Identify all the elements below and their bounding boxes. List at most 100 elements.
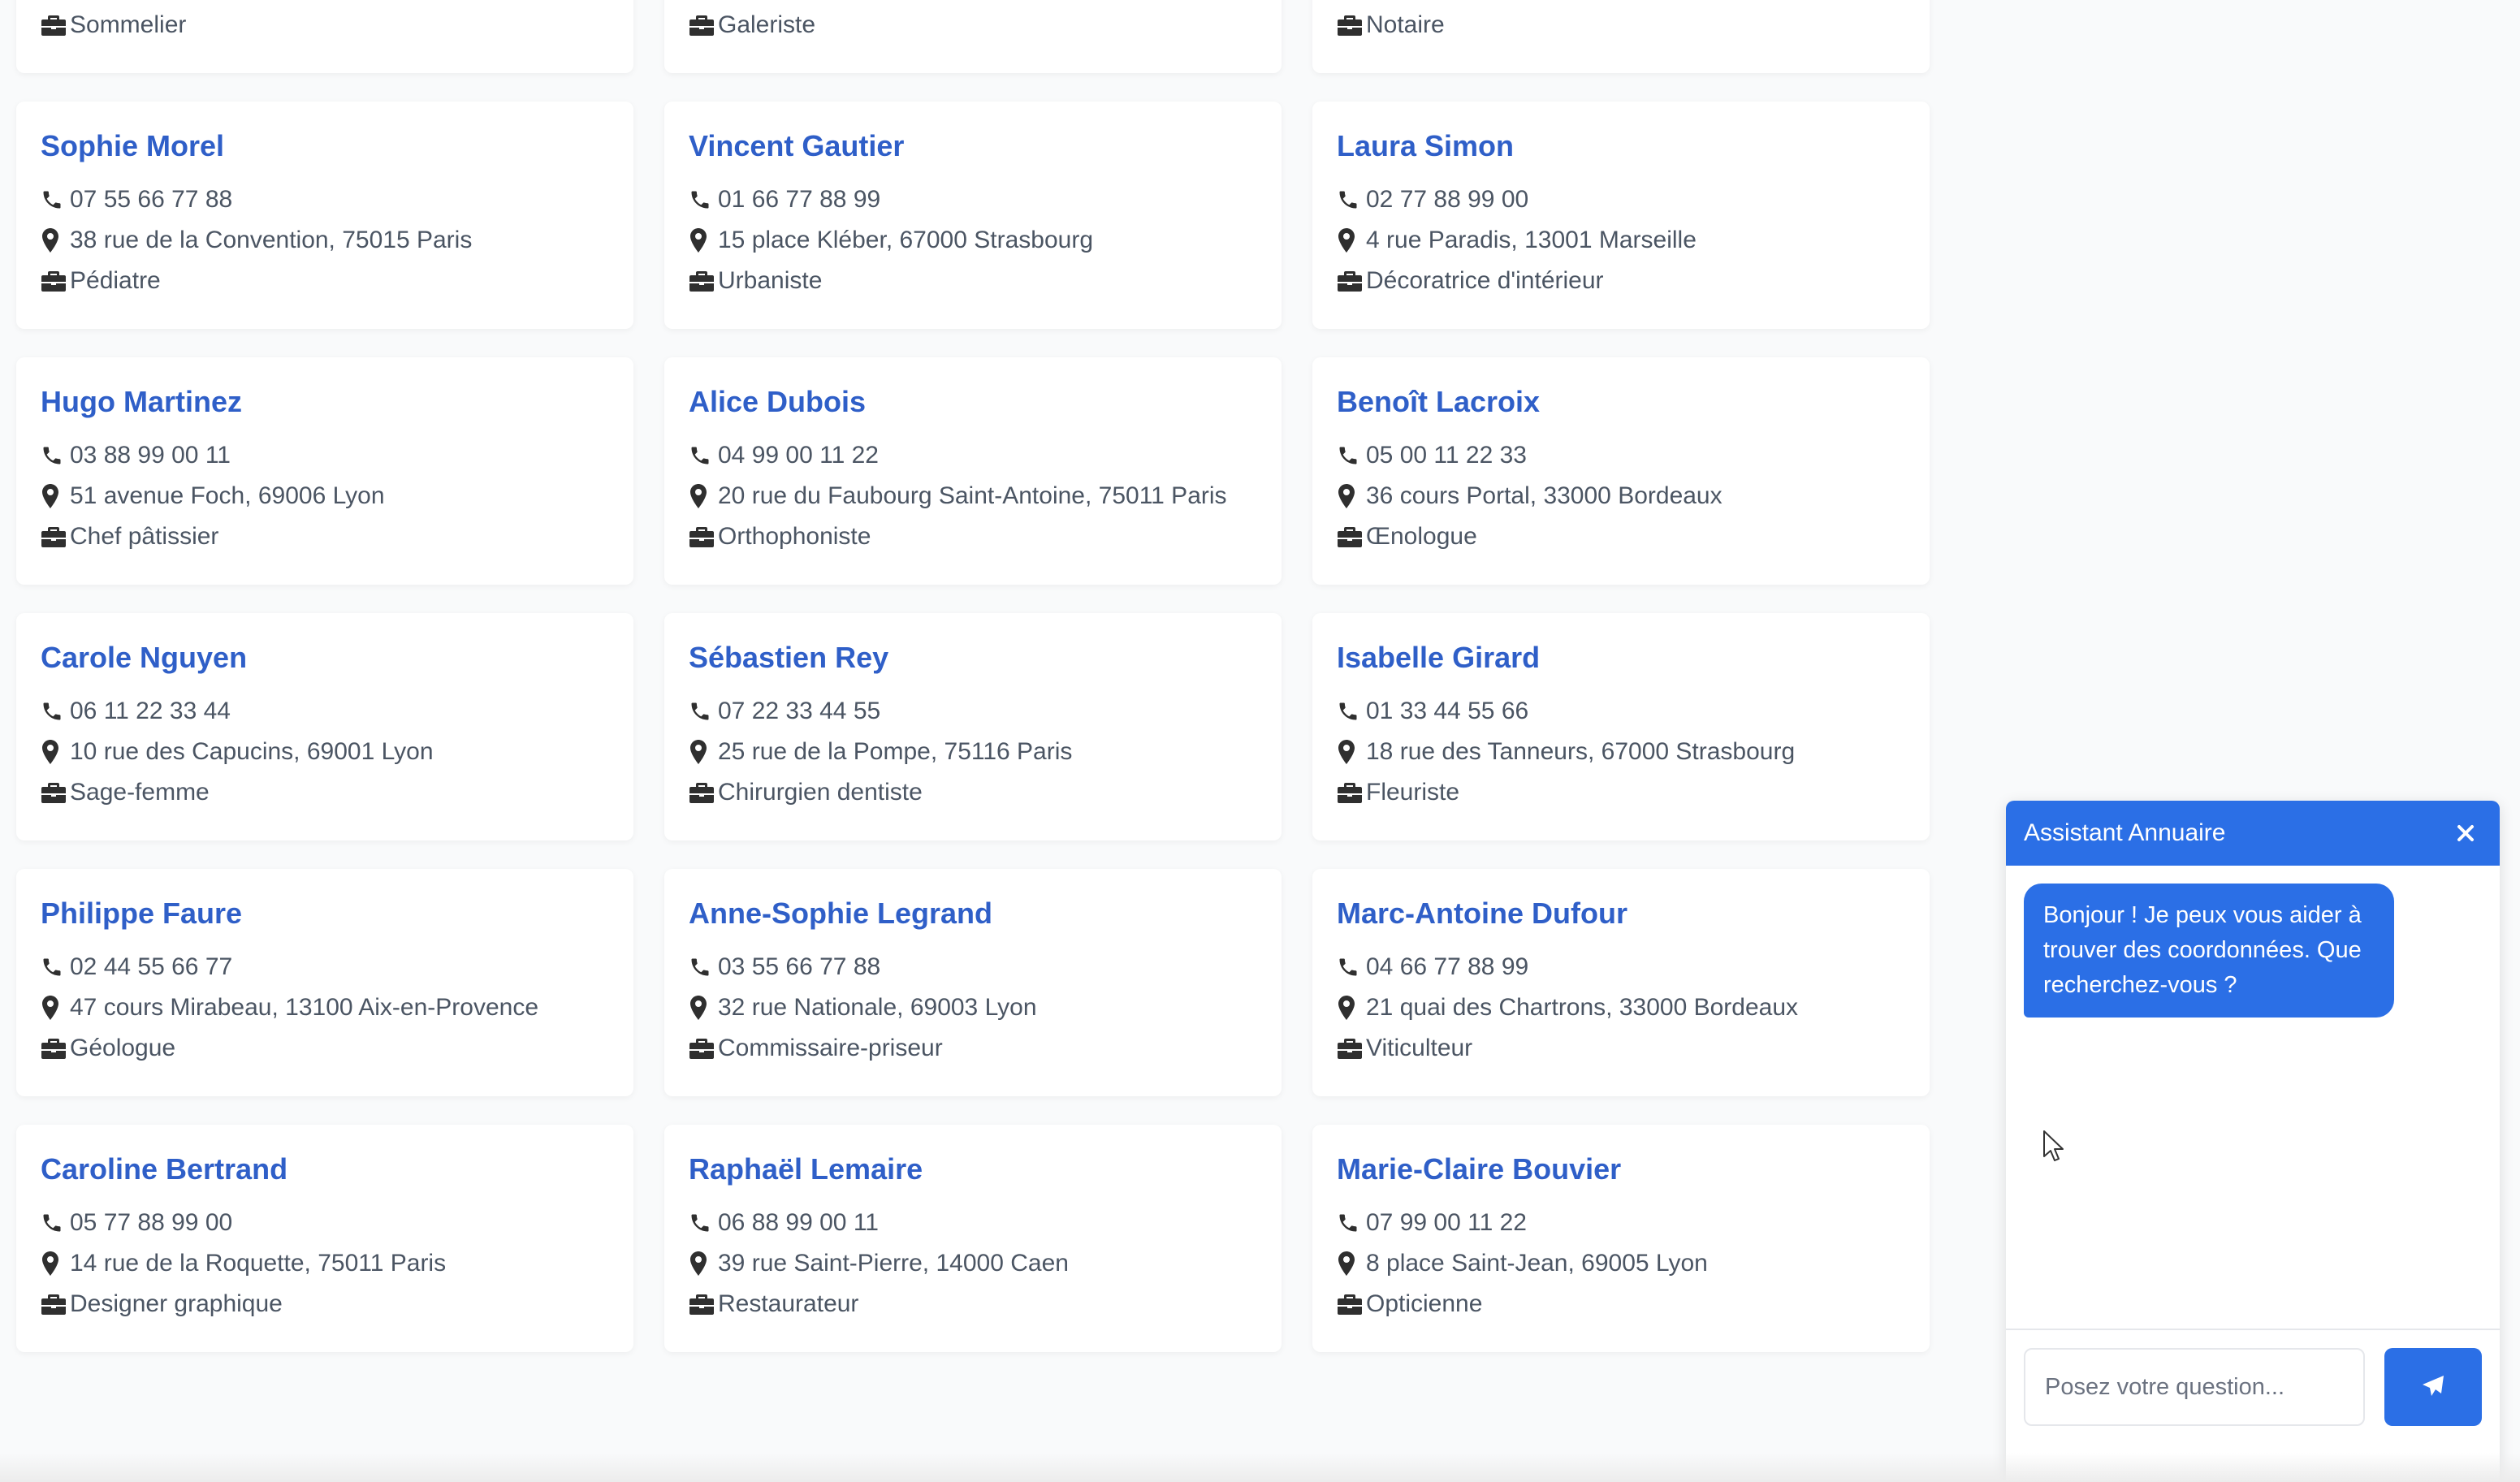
contact-phone: 06 88 99 00 11: [718, 1209, 879, 1236]
contact-phone-row: 05 00 11 22 33: [1337, 435, 1905, 476]
contact-phone-row: 04 99 00 11 22: [689, 435, 1257, 476]
phone-icon: [1337, 443, 1366, 469]
contact-card: Laura Simon 02 77 88 99 00 4 rue Paradis, …: [1312, 102, 1930, 329]
contact-job: Commissaire-priseur: [718, 1035, 943, 1061]
contact-address-row: 32 rue Nationale, 69003 Lyon: [689, 987, 1257, 1028]
contact-address: 18 rue des Tanneurs, 67000 Strasbourg: [1366, 738, 1796, 765]
contact-address-row: 20 rue du Faubourg Saint-Antoine, 75011 …: [689, 476, 1257, 516]
contact-name[interactable]: Isabelle Girard: [1337, 641, 1905, 675]
contact-address: 39 rue Saint-Pierre, 14000 Caen: [718, 1250, 1069, 1277]
map-marker-icon: [41, 227, 70, 253]
contact-job: Pédiatre: [70, 267, 161, 294]
contact-job-row: Chirurgien dentiste: [689, 772, 1257, 813]
contact-address-row: 14 rue de la Roquette, 75011 Paris: [41, 1243, 609, 1284]
chat-messages: Bonjour ! Je peux vous aider à trouver d…: [2006, 866, 2500, 1330]
contact-name[interactable]: Philippe Faure: [41, 897, 609, 931]
close-icon[interactable]: [2449, 817, 2482, 849]
contact-address-row: 18 rue des Tanneurs, 67000 Strasbourg: [1337, 732, 1905, 772]
briefcase-icon: [1337, 1291, 1366, 1317]
contact-name[interactable]: Vincent Gautier: [689, 129, 1257, 163]
contact-address-row: 25 rue de la Pompe, 75116 Paris: [689, 732, 1257, 772]
contact-phone: 02 77 88 99 00: [1366, 186, 1529, 213]
contact-card: Alice Dubois 04 99 00 11 22 20 rue du Faub…: [664, 357, 1282, 585]
contact-card: 05 33 44 55 666 rue des Arts, 31000 Toul…: [664, 0, 1282, 73]
map-marker-icon: [1337, 739, 1366, 765]
contact-name[interactable]: Alice Dubois: [689, 385, 1257, 419]
briefcase-icon: [689, 780, 718, 806]
briefcase-icon: [1337, 1035, 1366, 1061]
contact-job: Géologue: [70, 1035, 176, 1061]
contact-name[interactable]: Hugo Martinez: [41, 385, 609, 419]
contact-name[interactable]: Sophie Morel: [41, 129, 609, 163]
phone-icon: [1337, 1210, 1366, 1236]
contact-card: Hugo Martinez 03 88 99 00 11 51 avenue Foc…: [16, 357, 633, 585]
contact-address: 4 rue Paradis, 13001 Marseille: [1366, 227, 1697, 253]
contact-address-row: 4 rue Paradis, 13001 Marseille: [1337, 220, 1905, 261]
contact-name[interactable]: Anne-Sophie Legrand: [689, 897, 1257, 931]
contact-name[interactable]: Marie-Claire Bouvier: [1337, 1152, 1905, 1186]
contact-name[interactable]: Carole Nguyen: [41, 641, 609, 675]
contact-card: Vincent Gautier 01 66 77 88 99 15 place Kl…: [664, 102, 1282, 329]
map-marker-icon: [689, 995, 718, 1021]
contact-grid: 04 22 33 44 5541 rue des Remparts, 33000…: [16, 0, 1933, 1352]
contact-address: 32 rue Nationale, 69003 Lyon: [718, 994, 1037, 1021]
contact-phone-row: 07 99 00 11 22: [1337, 1203, 1905, 1243]
contact-job-row: Œnologue: [1337, 516, 1905, 557]
chat-question-input[interactable]: [2024, 1348, 2365, 1426]
contact-job: Chef pâtissier: [70, 523, 219, 550]
paper-plane-icon: [2421, 1374, 2445, 1401]
phone-icon: [41, 698, 70, 724]
contact-job-row: Designer graphique: [41, 1284, 609, 1324]
contact-address: 15 place Kléber, 67000 Strasbourg: [718, 227, 1093, 253]
contact-phone: 01 33 44 55 66: [1366, 698, 1529, 724]
contact-name[interactable]: Benoît Lacroix: [1337, 385, 1905, 419]
contact-phone-row: 07 55 66 77 88: [41, 179, 609, 220]
briefcase-icon: [1337, 524, 1366, 550]
contact-name[interactable]: Sébastien Rey: [689, 641, 1257, 675]
contact-job: Fleuriste: [1366, 779, 1460, 806]
contact-card: Marc-Antoine Dufour 04 66 77 88 99 21 quai…: [1312, 869, 1930, 1096]
contact-job: Orthophoniste: [718, 523, 871, 550]
contact-job-row: Opticienne: [1337, 1284, 1905, 1324]
contact-job-row: Commissaire-priseur: [689, 1028, 1257, 1069]
contact-job: Opticienne: [1366, 1290, 1483, 1317]
send-button[interactable]: [2384, 1348, 2482, 1426]
briefcase-icon: [689, 1291, 718, 1317]
bottom-fade: [0, 1453, 2520, 1482]
map-marker-icon: [1337, 227, 1366, 253]
contact-address: 8 place Saint-Jean, 69005 Lyon: [1366, 1250, 1708, 1277]
contact-name[interactable]: Raphaël Lemaire: [689, 1152, 1257, 1186]
briefcase-icon: [689, 268, 718, 294]
contact-job: Décoratrice d'intérieur: [1366, 267, 1604, 294]
map-marker-icon: [689, 1251, 718, 1277]
contact-phone: 02 44 55 66 77: [70, 953, 233, 980]
contact-card: Sébastien Rey 07 22 33 44 55 25 rue de la …: [664, 613, 1282, 840]
contact-job: Urbaniste: [718, 267, 823, 294]
contact-job: Designer graphique: [70, 1290, 283, 1317]
contact-job-row: Géologue: [41, 1028, 609, 1069]
map-marker-icon: [689, 227, 718, 253]
phone-icon: [689, 187, 718, 213]
contact-card: Benoît Lacroix 05 00 11 22 33 36 cours Por…: [1312, 357, 1930, 585]
contact-phone: 06 11 22 33 44: [70, 698, 231, 724]
contact-card: Isabelle Girard 01 33 44 55 66 18 rue des …: [1312, 613, 1930, 840]
briefcase-icon: [1337, 12, 1366, 38]
contact-job: Œnologue: [1366, 523, 1477, 550]
phone-icon: [1337, 698, 1366, 724]
contact-job: Sage-femme: [70, 779, 210, 806]
contact-phone-row: 01 33 44 55 66: [1337, 691, 1905, 732]
briefcase-icon: [41, 1291, 70, 1317]
contact-name[interactable]: Caroline Bertrand: [41, 1152, 609, 1186]
contact-name[interactable]: Marc-Antoine Dufour: [1337, 897, 1905, 931]
phone-icon: [41, 443, 70, 469]
contact-name[interactable]: Laura Simon: [1337, 129, 1905, 163]
contact-job-row: Sommelier: [41, 5, 609, 45]
chat-widget: Assistant Annuaire Bonjour ! Je peux vou…: [2006, 801, 2500, 1482]
contact-phone-row: 06 11 22 33 44: [41, 691, 609, 732]
contact-card: Anne-Sophie Legrand 03 55 66 77 88 32 rue …: [664, 869, 1282, 1096]
contact-phone: 07 99 00 11 22: [1366, 1209, 1527, 1236]
briefcase-icon: [689, 12, 718, 38]
briefcase-icon: [1337, 268, 1366, 294]
chat-header: Assistant Annuaire: [2006, 801, 2500, 866]
contact-address-row: 21 quai des Chartrons, 33000 Bordeaux: [1337, 987, 1905, 1028]
